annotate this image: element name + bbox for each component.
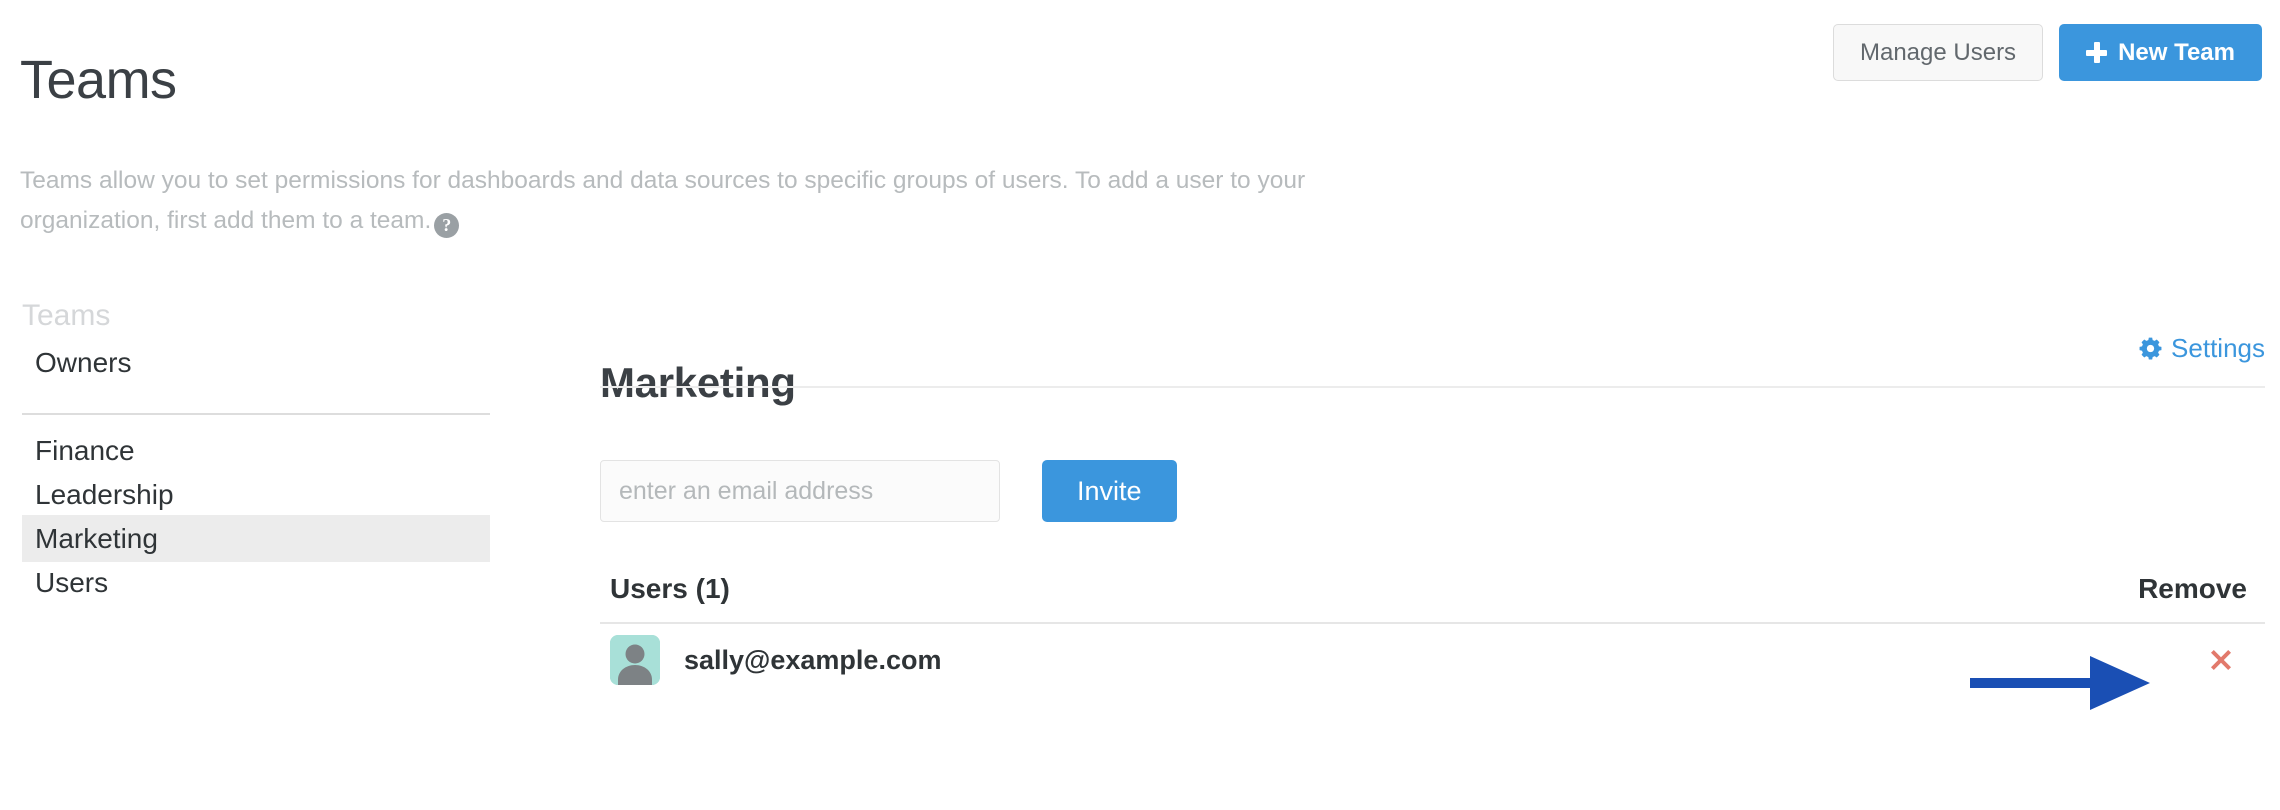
page-title: Teams xyxy=(20,50,177,111)
team-settings-link[interactable]: Settings xyxy=(2138,332,2265,364)
remove-x-icon xyxy=(2211,650,2231,670)
page-description: Teams allow you to set permissions for d… xyxy=(20,161,1340,241)
email-input[interactable] xyxy=(600,460,1000,522)
sidebar-section-title: Teams xyxy=(22,299,111,332)
header-actions: Manage Users New Team xyxy=(1832,24,2262,81)
sidebar-item-finance[interactable]: Finance xyxy=(22,427,490,474)
users-count-header: Users (1) xyxy=(610,573,730,604)
plus-icon xyxy=(2086,42,2108,63)
manage-users-label: Manage Users xyxy=(1859,38,2017,66)
sidebar-item-marketing[interactable]: Marketing xyxy=(22,515,490,562)
remove-column-header: Remove xyxy=(2138,573,2247,604)
users-table-header-row: Users (1) Remove xyxy=(600,568,2265,624)
page-description-text: Teams allow you to set permissions for d… xyxy=(20,166,1306,234)
page-header: Teams Manage Users New Team xyxy=(0,0,2280,130)
invite-button[interactable]: Invite xyxy=(1042,460,1177,522)
team-name-heading: Marketing xyxy=(600,358,796,406)
invite-row: Invite xyxy=(600,460,1177,522)
avatar xyxy=(610,635,660,685)
panel-divider xyxy=(600,386,2265,388)
new-team-button[interactable]: New Team xyxy=(2059,24,2262,81)
new-team-label: New Team xyxy=(2118,38,2235,66)
invite-button-label: Invite xyxy=(1077,475,1142,506)
users-table: Users (1) Remove sally@example.com xyxy=(600,568,2265,696)
sidebar-item-leadership[interactable]: Leadership xyxy=(22,471,490,518)
help-icon[interactable]: ? xyxy=(434,212,460,238)
sidebar-item-label: Leadership xyxy=(35,478,174,510)
manage-users-button[interactable]: Manage Users xyxy=(1832,24,2044,81)
sidebar-item-users[interactable]: Users xyxy=(22,559,490,606)
user-email: sally@example.com xyxy=(684,644,942,675)
sidebar-item-label: Users xyxy=(35,566,109,598)
team-settings-label: Settings xyxy=(2171,333,2265,363)
sidebar-item-label: Owners xyxy=(35,346,132,378)
sidebar-item-label: Marketing xyxy=(35,522,158,554)
table-row: sally@example.com xyxy=(600,624,2265,696)
remove-user-button[interactable] xyxy=(2199,638,2243,682)
user-identity-cell: sally@example.com xyxy=(610,624,941,696)
sidebar-item-label: Finance xyxy=(35,434,135,466)
gear-icon xyxy=(2138,336,2163,361)
sidebar-divider xyxy=(22,413,490,415)
sidebar-item-owners[interactable]: Owners xyxy=(22,339,490,386)
